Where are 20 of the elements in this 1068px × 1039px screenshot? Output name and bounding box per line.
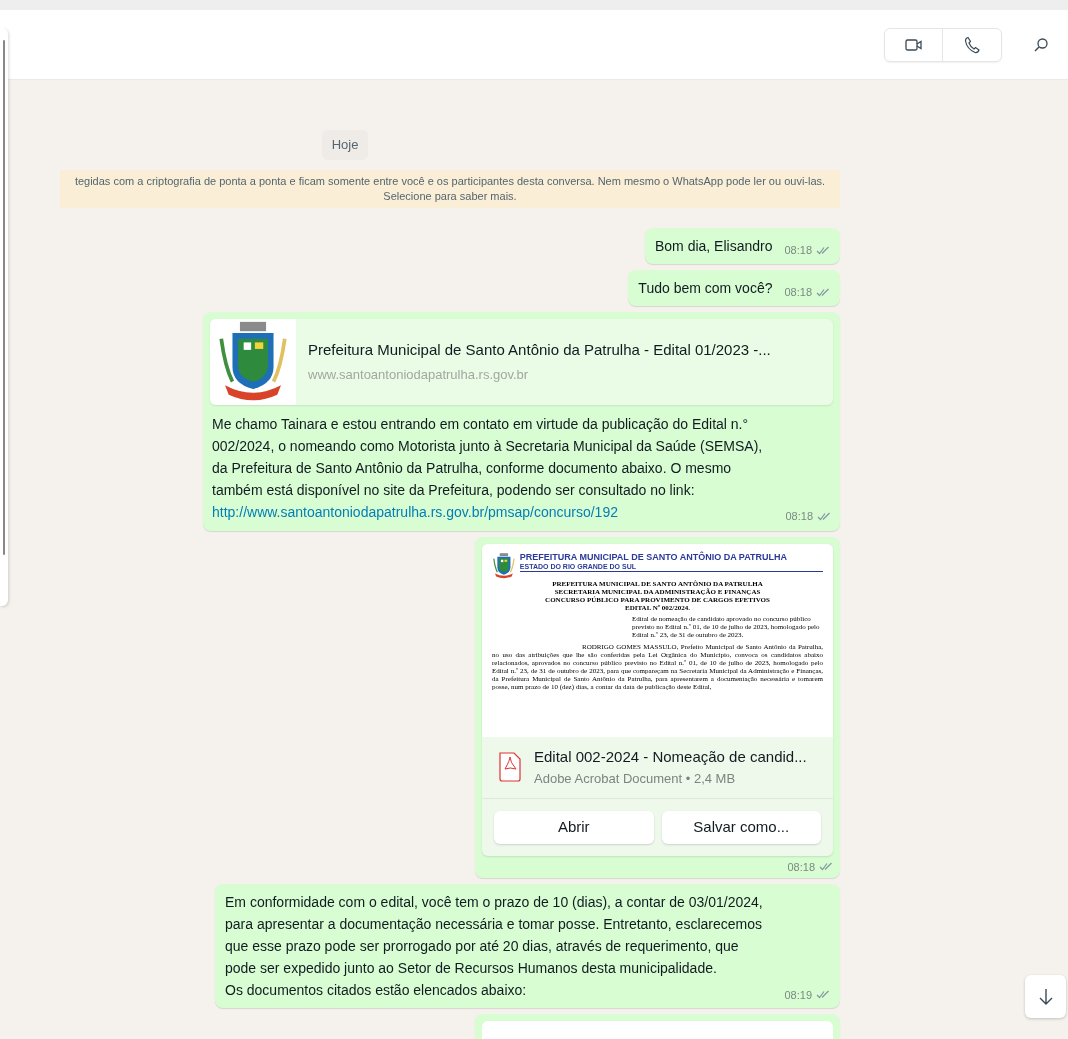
message-time: 08:19 bbox=[784, 987, 812, 1003]
message-text: Em conformidade com o edital, você tem o prazo de 10 (dias), a contar de 03/01/2024, para apresentar a documentação necessária e tomar posse. Entretanto, esclarecemos que esse prazo pode ser prorrogado por até 20 dias, através de requerimento, que pode ser expedido junto ao Setor de Recursos Humanos desta municipalidade. Os documentos citados estão elencados abaixo: bbox=[225, 893, 764, 1000]
link-title: Prefeitura Municipal de Santo Antônio da Patrulha - Edital 01/2023 -... bbox=[308, 339, 771, 360]
message-time: 08:18 bbox=[787, 859, 815, 875]
document-header-title: PREFEITURA MUNICIPAL DE SANTO ANTÔNIO DA PATRULHA bbox=[519, 551, 788, 562]
link-preview-card[interactable]: Prefeitura Municipal de Santo Antônio da Patrulha - Edital 01/2023 -... www.santoantoniodapatrulha.rs.gov.br bbox=[210, 318, 833, 405]
message-text: Me chamo Tainara e estou entrando em contato em virtude da publicação do Edital n.° 002/2024, o nomeando como Motorista junto à Secretaria Municipal da Saúde (SEMSA), da Prefeitura de Santo Antônio da Patrulha, conforme documento abaixo. O mesmo também está disponível no site da Prefeitura, podendo ser consultado no link: bbox=[212, 414, 764, 500]
file-action-button[interactable]: Abrir bbox=[494, 810, 654, 844]
message-time: 08:18 bbox=[785, 509, 813, 524]
file-name: Edital 002-2024 - Nomeação de candid... bbox=[534, 747, 807, 767]
file-info: Adobe Acrobat Document • 2,4 MB bbox=[534, 769, 737, 788]
message-text: Bom dia, Elisandro bbox=[654, 236, 773, 256]
message-time: 08:18 bbox=[784, 285, 812, 300]
file-action-button[interactable]: Salvar como... bbox=[661, 810, 821, 844]
link-domain: www.santoantoniodapatrulha.rs.gov.br bbox=[308, 366, 530, 384]
message-time: 08:18 bbox=[784, 243, 812, 258]
encryption-notice[interactable]: tegidas com a criptografia de ponta a ponta e ficam somente entre você e os participantes desta conversa. Nem mesmo o WhatsApp pode ler ou ouvi-las. Selecione para saber mais. bbox=[60, 169, 840, 208]
date-separator: Hoje bbox=[321, 130, 369, 160]
message-text: Tudo bem com você? bbox=[638, 278, 773, 298]
message-link[interactable]: http://www.santoantoniodapatrulha.rs.gov.br/pmsap/concurso/192 bbox=[212, 500, 774, 523]
